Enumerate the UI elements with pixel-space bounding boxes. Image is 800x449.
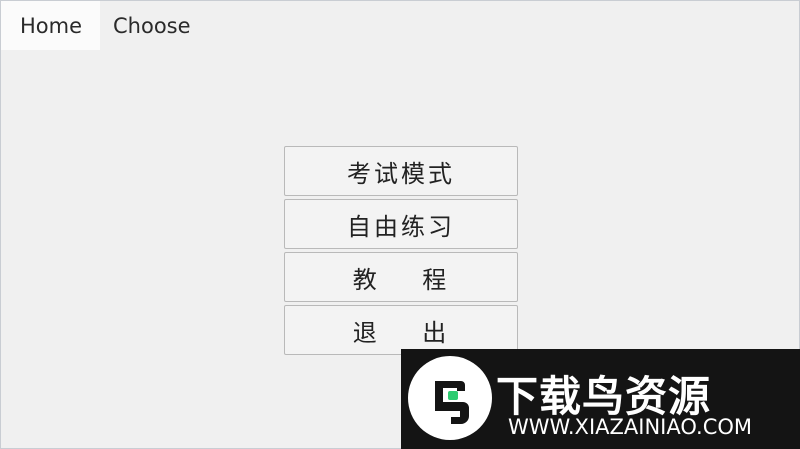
free-practice-button[interactable]: 自由练习 — [284, 199, 518, 249]
main-menu: 考试模式 自由练习 教 程 退 出 — [284, 146, 518, 358]
exam-mode-button[interactable]: 考试模式 — [284, 146, 518, 196]
exit-button[interactable]: 退 出 — [284, 305, 518, 355]
tab-choose[interactable]: Choose — [100, 1, 203, 50]
tab-bar: Home Choose — [1, 1, 203, 50]
tutorial-button[interactable]: 教 程 — [284, 252, 518, 302]
tab-home[interactable]: Home — [1, 1, 100, 50]
watermark-banner: 下载鸟资源 WWW.XIAZAINIAO.COM — [401, 349, 800, 449]
watermark-url: WWW.XIAZAINIAO.COM — [508, 415, 753, 439]
app-window: Home Choose 考试模式 自由练习 教 程 退 出 下载鸟资源 WWW.… — [0, 0, 800, 449]
bird-logo-icon — [408, 356, 492, 440]
